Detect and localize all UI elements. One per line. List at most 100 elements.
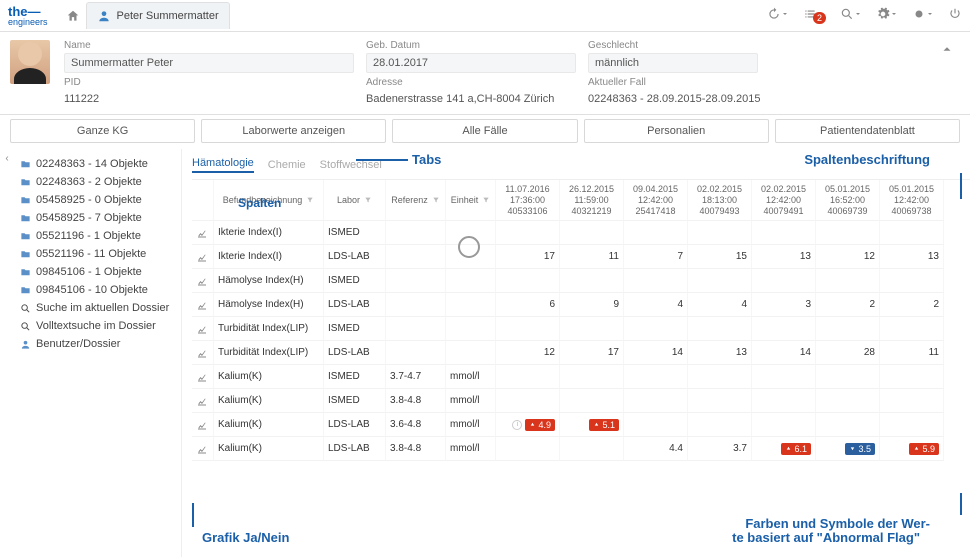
row-9-val-1 bbox=[560, 437, 624, 461]
row-0-val-5 bbox=[816, 221, 880, 245]
chart-icon[interactable] bbox=[196, 227, 208, 239]
user-icon bbox=[97, 9, 111, 23]
row-5-val-4: 14 bbox=[752, 341, 816, 365]
sidebar-item-8[interactable]: Suche im aktuellen Dossier bbox=[18, 299, 177, 317]
hdr-einheit[interactable]: Einheit bbox=[446, 180, 496, 221]
row-6-val-6 bbox=[880, 365, 944, 389]
chart-icon[interactable] bbox=[196, 347, 208, 359]
row-4-val-2 bbox=[624, 317, 688, 341]
row-8-name: Kalium(K) bbox=[214, 413, 324, 437]
row-5-chart[interactable] bbox=[192, 341, 214, 365]
chart-icon[interactable] bbox=[196, 395, 208, 407]
row-3-unit bbox=[446, 293, 496, 317]
search-btn[interactable] bbox=[840, 7, 862, 24]
row-3-name: Hämolyse Index(H) bbox=[214, 293, 324, 317]
row-4-val-6 bbox=[880, 317, 944, 341]
action-button-3[interactable]: Personalien bbox=[584, 119, 769, 143]
tab-hämatologie[interactable]: Hämatologie bbox=[192, 157, 254, 173]
action-button-2[interactable]: Alle Fälle bbox=[392, 119, 577, 143]
row-4-val-1 bbox=[560, 317, 624, 341]
chart-icon[interactable] bbox=[196, 299, 208, 311]
row-9-unit: mmol/l bbox=[446, 437, 496, 461]
tab-stoffwechsel[interactable]: Stoffwechsel bbox=[320, 159, 382, 171]
chart-icon[interactable] bbox=[196, 275, 208, 287]
action-button-4[interactable]: Patientendatenblatt bbox=[775, 119, 960, 143]
hdr-date-5[interactable]: 05.01.201516:52:0040069739 bbox=[816, 180, 880, 221]
debug-btn[interactable] bbox=[912, 7, 934, 24]
hdr-date-6[interactable]: 05.01.201512:42:0040069738 bbox=[880, 180, 944, 221]
row-2-unit bbox=[446, 269, 496, 293]
row-0-chart[interactable] bbox=[192, 221, 214, 245]
hdr-date-0[interactable]: 11.07.201617:36:0040533106 bbox=[496, 180, 560, 221]
history-btn[interactable] bbox=[767, 7, 789, 24]
chevron-down-icon bbox=[781, 7, 789, 21]
chevron-down-icon bbox=[854, 7, 862, 21]
row-5-val-6: 11 bbox=[880, 341, 944, 365]
brand-logo: the—engineers bbox=[8, 5, 48, 27]
user-icon bbox=[20, 339, 31, 350]
row-8-lab: LDS-LAB bbox=[324, 413, 386, 437]
patient-tab[interactable]: Peter Summermatter bbox=[86, 2, 230, 29]
row-6-chart[interactable] bbox=[192, 365, 214, 389]
action-button-1[interactable]: Laborwerte anzeigen bbox=[201, 119, 386, 143]
row-9-chart[interactable] bbox=[192, 437, 214, 461]
sidebar-item-3[interactable]: 05458925 - 7 Objekte bbox=[18, 209, 177, 227]
sidebar-item-5[interactable]: 05521196 - 11 Objekte bbox=[18, 245, 177, 263]
row-7-val-2 bbox=[624, 389, 688, 413]
settings-btn[interactable] bbox=[876, 7, 898, 24]
hdr-date-4[interactable]: 02.02.201512:42:0040079491 bbox=[752, 180, 816, 221]
hdr-referenz[interactable]: Referenz bbox=[386, 180, 446, 221]
chart-icon[interactable] bbox=[196, 443, 208, 455]
row-8-val-5 bbox=[816, 413, 880, 437]
hdr-befund[interactable]: Befundbezeichnung bbox=[214, 180, 324, 221]
chart-icon[interactable] bbox=[196, 419, 208, 431]
chart-icon[interactable] bbox=[196, 323, 208, 335]
row-3-chart[interactable] bbox=[192, 293, 214, 317]
dob-field[interactable]: 28.01.2017 bbox=[366, 53, 576, 73]
tasks-btn[interactable]: 2 bbox=[803, 7, 826, 24]
row-7-chart[interactable] bbox=[192, 389, 214, 413]
row-7-val-6 bbox=[880, 389, 944, 413]
hdr-labor[interactable]: Labor bbox=[324, 180, 386, 221]
row-1-chart[interactable] bbox=[192, 245, 214, 269]
sidebar-item-2[interactable]: 05458925 - 0 Objekte bbox=[18, 191, 177, 209]
sidebar-item-10[interactable]: Benutzer/Dossier bbox=[18, 335, 177, 353]
tab-chemie[interactable]: Chemie bbox=[268, 159, 306, 171]
name-field[interactable]: Summermatter Peter bbox=[64, 53, 354, 73]
logout-btn[interactable] bbox=[948, 7, 962, 24]
row-5-val-5: 28 bbox=[816, 341, 880, 365]
gender-field[interactable]: männlich bbox=[588, 53, 758, 73]
sidebar-item-7[interactable]: 09845106 - 10 Objekte bbox=[18, 281, 177, 299]
home-icon[interactable] bbox=[66, 9, 80, 23]
action-button-0[interactable]: Ganze KG bbox=[10, 119, 195, 143]
chart-icon[interactable] bbox=[196, 251, 208, 263]
sidebar-item-1[interactable]: 02248363 - 2 Objekte bbox=[18, 173, 177, 191]
gender-label: Geschlecht bbox=[588, 40, 758, 51]
row-8-val-4 bbox=[752, 413, 816, 437]
sidebar-collapse[interactable]: ‹ bbox=[0, 149, 14, 557]
row-7-ref: 3.8-4.8 bbox=[386, 389, 446, 413]
action-button-row: Ganze KGLaborwerte anzeigenAlle Fälle Per… bbox=[0, 115, 970, 149]
row-3-val-2: 4 bbox=[624, 293, 688, 317]
collapse-panel-icon[interactable] bbox=[940, 42, 954, 56]
row-1-val-6: 13 bbox=[880, 245, 944, 269]
row-5-name: Turbidität Index(LIP) bbox=[214, 341, 324, 365]
sidebar-item-9[interactable]: Volltextsuche im Dossier bbox=[18, 317, 177, 335]
row-9-val-3: 3.7 bbox=[688, 437, 752, 461]
sidebar-item-4[interactable]: 05521196 - 1 Objekte bbox=[18, 227, 177, 245]
hdr-date-1[interactable]: 26.12.201511:59:0040321219 bbox=[560, 180, 624, 221]
hdr-date-2[interactable]: 09.04.201512:42:0025417418 bbox=[624, 180, 688, 221]
row-8-chart[interactable] bbox=[192, 413, 214, 437]
sidebar-item-label: 05521196 - 1 Objekte bbox=[36, 230, 141, 242]
sidebar-item-0[interactable]: 02248363 - 14 Objekte bbox=[18, 155, 177, 173]
row-0-unit bbox=[446, 221, 496, 245]
row-5-lab: LDS-LAB bbox=[324, 341, 386, 365]
sidebar-item-6[interactable]: 09845106 - 1 Objekte bbox=[18, 263, 177, 281]
row-4-chart[interactable] bbox=[192, 317, 214, 341]
row-9-val-6: 5.9 bbox=[880, 437, 944, 461]
folder-icon bbox=[20, 249, 31, 260]
chart-icon[interactable] bbox=[196, 371, 208, 383]
hdr-date-3[interactable]: 02.02.201518:13:0040079493 bbox=[688, 180, 752, 221]
row-2-chart[interactable] bbox=[192, 269, 214, 293]
row-1-lab: LDS-LAB bbox=[324, 245, 386, 269]
